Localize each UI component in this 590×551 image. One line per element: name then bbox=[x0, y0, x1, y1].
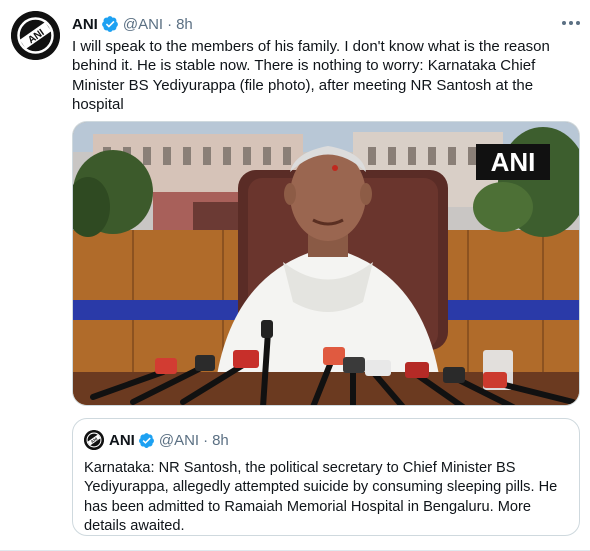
tweet-photo[interactable]: ANI bbox=[72, 121, 580, 406]
quoted-tweet-text: Karnataka: NR Santosh, the political sec… bbox=[84, 460, 558, 535]
quoted-timestamp: 8h bbox=[212, 431, 229, 449]
author-handle[interactable]: @ANI bbox=[123, 16, 163, 33]
timestamp[interactable]: 8h bbox=[176, 16, 193, 33]
separator-dot: · bbox=[167, 15, 173, 33]
quoted-author-name: ANI bbox=[109, 431, 135, 449]
tweet-text: I will speak to the members of his famil… bbox=[72, 38, 550, 114]
avatar[interactable]: ANI bbox=[11, 11, 60, 60]
quoted-author-handle: @ANI bbox=[158, 431, 200, 449]
ani-logo-icon: ANI bbox=[11, 11, 60, 60]
ani-watermark: ANI bbox=[491, 147, 536, 177]
press-conference-photo: ANI bbox=[73, 122, 579, 405]
separator-dot: · bbox=[203, 431, 209, 449]
verified-badge-icon bbox=[101, 16, 118, 32]
more-options-icon[interactable] bbox=[561, 16, 581, 30]
tweet[interactable]: ANI ANI @ANI · 8h I will speak to the me… bbox=[0, 0, 590, 551]
quoted-tweet[interactable]: ANI ANI @ANI · 8h Karnataka: NR Santosh,… bbox=[72, 418, 580, 536]
quoted-tweet-header: ANI @ANI · 8h bbox=[109, 430, 229, 450]
author-name[interactable]: ANI bbox=[72, 16, 98, 33]
quoted-avatar: ANI bbox=[84, 430, 104, 450]
verified-badge-icon bbox=[138, 432, 154, 448]
ani-logo-icon: ANI bbox=[84, 430, 104, 450]
tweet-header: ANI @ANI · 8h bbox=[72, 13, 193, 35]
